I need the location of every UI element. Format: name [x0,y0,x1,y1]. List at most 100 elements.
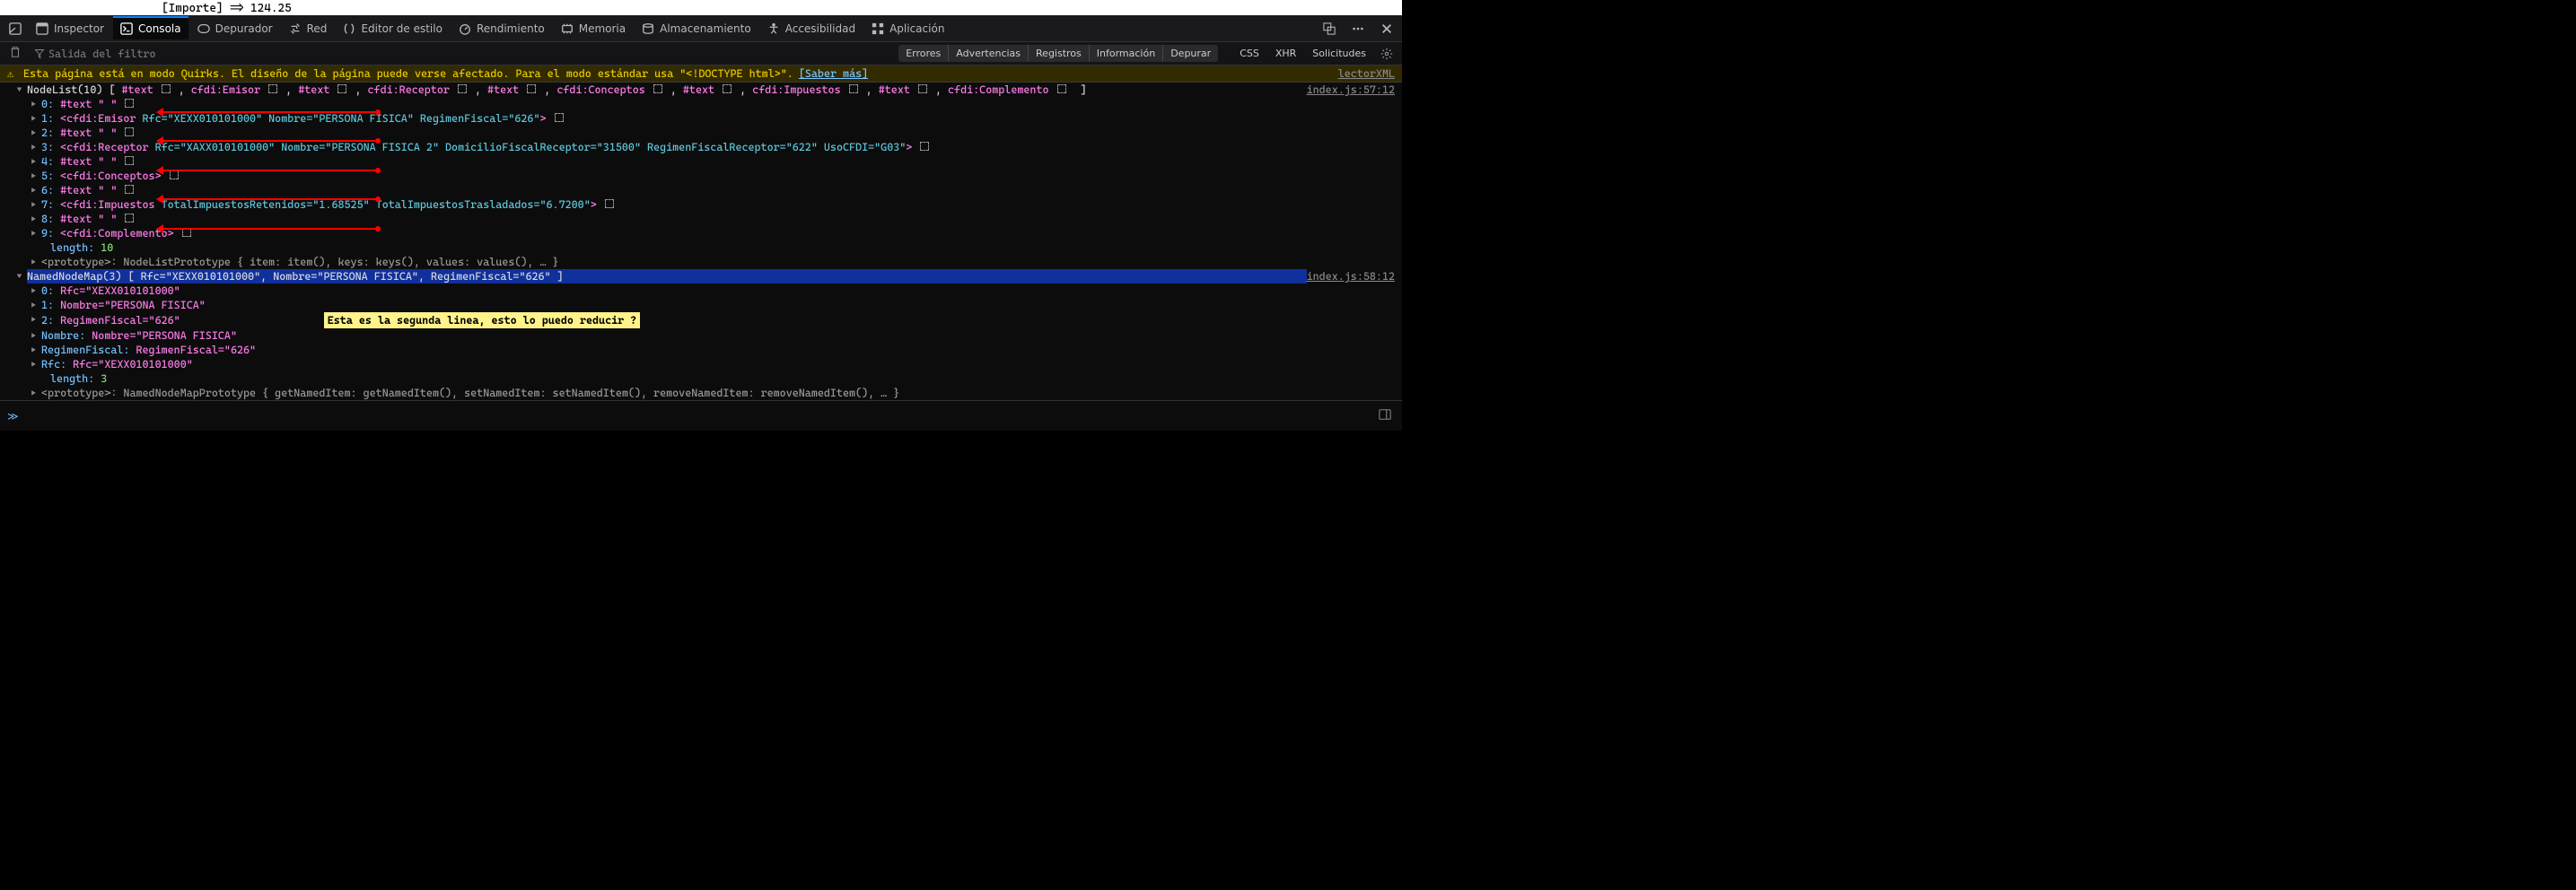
split-pane-icon[interactable] [1375,405,1395,427]
target-icon[interactable] [268,84,277,93]
target-icon[interactable] [125,99,134,108]
source-link[interactable]: index.js:58:12 [1307,269,1395,284]
filter-css[interactable]: CSS [1232,45,1266,62]
target-icon[interactable] [337,84,346,93]
clear-console-icon[interactable] [4,44,27,63]
settings-icon[interactable] [1375,44,1398,64]
nodelist-row-2[interactable]: ▸ 2: #text " " [0,126,1402,140]
nnm-row-rfc[interactable]: ▸ Rfc: Rfc="XEXX010101000" [0,357,1402,371]
tab-console[interactable]: Consola [113,16,188,39]
expand-icon[interactable]: ▸ [31,212,37,226]
filter-logs[interactable]: Registros [1029,45,1090,62]
collapse-icon[interactable]: ▾ [16,269,22,284]
nodelist-row-3[interactable]: ▸ 3: <cfdi:Receptor Rfc="XAXX010101000" … [0,140,1402,154]
expand-icon[interactable]: ▸ [31,343,37,357]
nnm-row-regimen[interactable]: ▸ RegimenFiscal: RegimenFiscal="626" [0,343,1402,357]
tab-a11y[interactable]: Accesibilidad [760,18,863,39]
collapse-icon[interactable]: ▾ [16,83,22,97]
dock-icon[interactable] [4,19,27,39]
target-icon[interactable] [653,84,662,93]
filter-warnings[interactable]: Advertencias [949,45,1029,62]
target-icon[interactable] [458,84,467,93]
filter-debug[interactable]: Depurar [1163,45,1218,62]
tab-style[interactable]: Editor de estilo [336,18,450,39]
filter-input[interactable] [48,48,174,60]
target-icon[interactable] [125,127,134,136]
target-icon[interactable] [920,142,929,151]
tab-storage[interactable]: Almacenamiento [635,18,758,39]
expand-icon[interactable]: ▸ [31,197,37,212]
tab-a11y-label: Accesibilidad [785,22,855,35]
expand-icon[interactable]: ▸ [31,169,37,183]
tab-inspector[interactable]: Inspector [29,18,111,39]
expand-icon[interactable]: ▸ [31,357,37,371]
nodelist-row-8[interactable]: ▸ 8: #text " " [0,212,1402,226]
expand-icon[interactable]: ▸ [31,226,37,240]
filter-input-wrap[interactable] [34,48,174,60]
expand-icon[interactable]: ▸ [31,328,37,343]
nnm-proto[interactable]: ▸ <prototype>: NamedNodeMapPrototype { g… [0,386,1402,400]
tab-memory-label: Memoria [579,22,626,35]
nnm-row-0[interactable]: ▸ 0: Rfc="XEXX010101000" [0,284,1402,298]
target-icon[interactable] [527,84,536,93]
expand-icon[interactable]: ▸ [31,284,37,298]
expand-icon[interactable]: ▸ [31,183,37,197]
tab-app[interactable]: Aplicación [864,18,951,39]
expand-icon[interactable]: ▸ [31,111,37,126]
target-icon[interactable] [125,214,134,222]
tab-memory[interactable]: Memoria [554,18,633,39]
target-icon[interactable] [162,84,171,93]
row-value: #text " " [60,154,117,169]
expand-icon[interactable]: ▸ [31,312,37,327]
nodelist-header-row[interactable]: ▾ NodeList(10) [ #text , cfdi:Emisor , #… [0,83,1402,97]
target-icon[interactable] [555,113,564,122]
nodelist-row-1[interactable]: ▸ 1: <cfdi:Emisor Rfc="XEXX010101000" No… [0,111,1402,126]
filter-errors[interactable]: Errores [898,45,949,62]
row-value: #text " " [60,212,117,226]
filter-info[interactable]: Información [1090,45,1163,62]
header-item-3: cfdi:Receptor [368,83,450,97]
expand-icon[interactable]: ▸ [31,140,37,154]
nodelist-label: NodeList(10) [27,83,102,97]
target-icon[interactable] [849,84,858,93]
close-icon[interactable] [1375,19,1398,39]
tab-debugger[interactable]: Depurador [190,18,280,39]
more-icon[interactable] [1346,19,1370,39]
target-icon[interactable] [723,84,732,93]
nnm-row-1[interactable]: ▸ 1: Nombre="PERSONA FISICA" [0,298,1402,312]
filter-xhr[interactable]: XHR [1268,45,1303,62]
target-icon[interactable] [918,84,927,93]
tab-network[interactable]: Red [282,18,335,39]
expand-icon[interactable]: ▸ [31,126,37,140]
tab-perf[interactable]: Rendimiento [451,18,552,39]
learn-more-link[interactable]: [Saber más] [799,67,868,80]
iframe-picker-icon[interactable] [1318,19,1341,39]
target-icon[interactable] [605,199,614,208]
expand-icon[interactable]: ▸ [31,386,37,400]
nnm-header-row[interactable]: ▾ NamedNodeMap(3) [ Rfc="XEXX010101000",… [0,269,1402,284]
expand-icon[interactable]: ▸ [31,154,37,169]
nnm-row-nombre[interactable]: ▸ Nombre: Nombre="PERSONA FISICA" [0,328,1402,343]
nodelist-row-4[interactable]: ▸ 4: #text " " [0,154,1402,169]
target-icon[interactable] [125,156,134,165]
page-top-line: [Importe] => 124.25 [0,0,1402,15]
console-input-row[interactable]: ≫ [0,400,1402,431]
expand-icon[interactable]: ▸ [31,298,37,312]
target-icon[interactable] [170,170,179,179]
header-item-4: #text [487,83,519,97]
nodelist-proto[interactable]: ▸ <prototype>: NodeListPrototype { item:… [0,255,1402,269]
annotation-arrow [162,111,381,113]
nnm-length: length: 3 [0,371,1402,386]
tab-network-label: Red [307,22,328,35]
expand-icon[interactable]: ▸ [31,255,37,269]
expand-icon[interactable]: ▸ [31,97,37,111]
warning-source[interactable]: lectorXML [1338,67,1395,80]
source-link[interactable]: index.js:57:12 [1307,83,1395,97]
nodelist-row-6[interactable]: ▸ 6: #text " " [0,183,1402,197]
console-filter-bar: Errores Advertencias Registros Informaci… [0,42,1402,65]
nodelist-row-0[interactable]: ▸ 0: #text " " [0,97,1402,111]
nnm-row-2[interactable]: ▸ 2: RegimenFiscal="626" Esta es la segu… [0,312,1402,328]
target-icon[interactable] [125,185,134,194]
target-icon[interactable] [1057,84,1066,93]
filter-requests[interactable]: Solicitudes [1305,45,1373,62]
